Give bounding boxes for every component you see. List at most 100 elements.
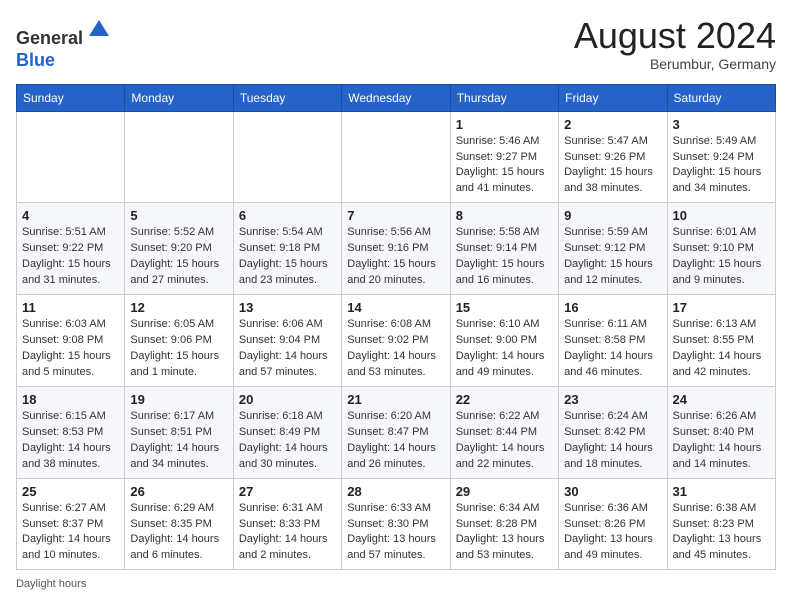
- day-info: Sunrise: 6:15 AM Sunset: 8:53 PM Dayligh…: [22, 409, 119, 473]
- day-number: 29: [456, 484, 553, 499]
- day-info: Sunrise: 6:10 AM Sunset: 9:00 PM Dayligh…: [456, 317, 553, 381]
- day-info: Sunrise: 6:34 AM Sunset: 8:28 PM Dayligh…: [456, 501, 553, 565]
- day-number: 31: [673, 484, 770, 499]
- day-number: 1: [456, 117, 553, 132]
- calendar-cell: 7Sunrise: 5:56 AM Sunset: 9:16 PM Daylig…: [342, 203, 450, 295]
- calendar-cell: 5 Sunrise: 5:52 AM Sunset: 9:20 PM Daylig…: [125, 203, 233, 295]
- calendar-cell: 24Sunrise: 6:26 AM Sunset: 8:40 PM Dayli…: [667, 386, 775, 478]
- calendar-cell: 15 Sunrise: 6:10 AM Sunset: 9:00 PM Dayli…: [450, 295, 558, 387]
- day-info: Sunrise: 6:20 AM Sunset: 8:47 PM Dayligh…: [347, 409, 444, 473]
- calendar-cell: [17, 111, 125, 203]
- calendar-cell: 29 Sunrise: 6:34 AM Sunset: 8:28 PM Dayli…: [450, 478, 558, 570]
- day-number: 8: [456, 208, 553, 223]
- day-info: Sunrise: 6:22 AM Sunset: 8:44 PM Dayligh…: [456, 409, 553, 473]
- col-header-saturday: Saturday: [667, 84, 775, 111]
- calendar-week-2: 4Sunrise: 5:51 AM Sunset: 9:22 PM Daylig…: [17, 203, 776, 295]
- day-number: 2: [564, 117, 661, 132]
- day-number: 16: [564, 300, 661, 315]
- col-header-friday: Friday: [559, 84, 667, 111]
- day-number: 5: [130, 208, 227, 223]
- day-number: 25: [22, 484, 119, 499]
- day-number: 27: [239, 484, 336, 499]
- day-info: Sunrise: 6:38 AM Sunset: 8:23 PM Dayligh…: [673, 501, 770, 565]
- day-number: 3: [673, 117, 770, 132]
- day-info: Sunrise: 5:52 AM Sunset: 9:20 PM Dayligh…: [130, 225, 227, 289]
- day-info: Sunrise: 6:26 AM Sunset: 8:40 PM Dayligh…: [673, 409, 770, 473]
- logo-blue: Blue: [16, 50, 55, 70]
- title-block: August 2024 Berumbur, Germany: [574, 16, 776, 72]
- day-number: 13: [239, 300, 336, 315]
- col-header-monday: Monday: [125, 84, 233, 111]
- calendar-cell: 6Sunrise: 5:54 AM Sunset: 9:18 PM Daylig…: [233, 203, 341, 295]
- calendar-cell: [125, 111, 233, 203]
- calendar-cell: 27 Sunrise: 6:31 AM Sunset: 8:33 PM Dayli…: [233, 478, 341, 570]
- calendar-cell: 28Sunrise: 6:33 AM Sunset: 8:30 PM Dayli…: [342, 478, 450, 570]
- day-info: Sunrise: 6:31 AM Sunset: 8:33 PM Dayligh…: [239, 501, 336, 565]
- day-number: 10: [673, 208, 770, 223]
- day-info: Sunrise: 6:17 AM Sunset: 8:51 PM Dayligh…: [130, 409, 227, 473]
- calendar-cell: 31 Sunrise: 6:38 AM Sunset: 8:23 PM Dayli…: [667, 478, 775, 570]
- day-number: 21: [347, 392, 444, 407]
- calendar-table: SundayMondayTuesdayWednesdayThursdayFrid…: [16, 84, 776, 571]
- day-number: 14: [347, 300, 444, 315]
- day-number: 19: [130, 392, 227, 407]
- day-info: Sunrise: 5:59 AM Sunset: 9:12 PM Dayligh…: [564, 225, 661, 289]
- day-number: 18: [22, 392, 119, 407]
- calendar-week-3: 11 Sunrise: 6:03 AM Sunset: 9:08 PM Dayli…: [17, 295, 776, 387]
- day-info: Sunrise: 6:06 AM Sunset: 9:04 PM Dayligh…: [239, 317, 336, 381]
- calendar-cell: 11 Sunrise: 6:03 AM Sunset: 9:08 PM Dayli…: [17, 295, 125, 387]
- day-number: 9: [564, 208, 661, 223]
- day-info: Sunrise: 6:18 AM Sunset: 8:49 PM Dayligh…: [239, 409, 336, 473]
- calendar-cell: 20 Sunrise: 6:18 AM Sunset: 8:49 PM Dayli…: [233, 386, 341, 478]
- day-number: 6: [239, 208, 336, 223]
- calendar-cell: 14 Sunrise: 6:08 AM Sunset: 9:02 PM Dayli…: [342, 295, 450, 387]
- month-year-title: August 2024: [574, 16, 776, 56]
- day-info: Sunrise: 5:46 AM Sunset: 9:27 PM Dayligh…: [456, 134, 553, 198]
- day-info: Sunrise: 6:29 AM Sunset: 8:35 PM Dayligh…: [130, 501, 227, 565]
- day-number: 23: [564, 392, 661, 407]
- calendar-header-row: SundayMondayTuesdayWednesdayThursdayFrid…: [17, 84, 776, 111]
- calendar-cell: 22 Sunrise: 6:22 AM Sunset: 8:44 PM Dayli…: [450, 386, 558, 478]
- col-header-wednesday: Wednesday: [342, 84, 450, 111]
- day-number: 20: [239, 392, 336, 407]
- location-subtitle: Berumbur, Germany: [574, 56, 776, 72]
- day-info: Sunrise: 6:36 AM Sunset: 8:26 PM Dayligh…: [564, 501, 661, 565]
- day-info: Sunrise: 6:03 AM Sunset: 9:08 PM Dayligh…: [22, 317, 119, 381]
- calendar-cell: 1 Sunrise: 5:46 AM Sunset: 9:27 PM Daylig…: [450, 111, 558, 203]
- day-number: 15: [456, 300, 553, 315]
- day-info: Sunrise: 6:08 AM Sunset: 9:02 PM Dayligh…: [347, 317, 444, 381]
- calendar-cell: 17Sunrise: 6:13 AM Sunset: 8:55 PM Dayli…: [667, 295, 775, 387]
- col-header-thursday: Thursday: [450, 84, 558, 111]
- calendar-cell: 30 Sunrise: 6:36 AM Sunset: 8:26 PM Dayli…: [559, 478, 667, 570]
- page-header: General Blue August 2024 Berumbur, Germa…: [16, 16, 776, 72]
- logo-general: General: [16, 28, 83, 48]
- footer-note: Daylight hours: [16, 578, 776, 590]
- day-number: 26: [130, 484, 227, 499]
- day-number: 22: [456, 392, 553, 407]
- day-info: Sunrise: 6:05 AM Sunset: 9:06 PM Dayligh…: [130, 317, 227, 381]
- day-number: 17: [673, 300, 770, 315]
- calendar-cell: 26 Sunrise: 6:29 AM Sunset: 8:35 PM Dayli…: [125, 478, 233, 570]
- calendar-cell: 4Sunrise: 5:51 AM Sunset: 9:22 PM Daylig…: [17, 203, 125, 295]
- calendar-cell: 18 Sunrise: 6:15 AM Sunset: 8:53 PM Dayli…: [17, 386, 125, 478]
- day-number: 11: [22, 300, 119, 315]
- logo-icon: [85, 16, 113, 44]
- col-header-tuesday: Tuesday: [233, 84, 341, 111]
- calendar-cell: 2 Sunrise: 5:47 AM Sunset: 9:26 PM Daylig…: [559, 111, 667, 203]
- calendar-week-5: 25 Sunrise: 6:27 AM Sunset: 8:37 PM Dayli…: [17, 478, 776, 570]
- day-number: 30: [564, 484, 661, 499]
- day-number: 12: [130, 300, 227, 315]
- calendar-cell: 25 Sunrise: 6:27 AM Sunset: 8:37 PM Dayli…: [17, 478, 125, 570]
- day-info: Sunrise: 6:27 AM Sunset: 8:37 PM Dayligh…: [22, 501, 119, 565]
- calendar-week-4: 18 Sunrise: 6:15 AM Sunset: 8:53 PM Dayli…: [17, 386, 776, 478]
- calendar-cell: [233, 111, 341, 203]
- logo: General Blue: [16, 16, 113, 71]
- calendar-cell: 16Sunrise: 6:11 AM Sunset: 8:58 PM Dayli…: [559, 295, 667, 387]
- calendar-cell: 19 Sunrise: 6:17 AM Sunset: 8:51 PM Dayli…: [125, 386, 233, 478]
- day-info: Sunrise: 5:51 AM Sunset: 9:22 PM Dayligh…: [22, 225, 119, 289]
- calendar-cell: [342, 111, 450, 203]
- day-info: Sunrise: 5:47 AM Sunset: 9:26 PM Dayligh…: [564, 134, 661, 198]
- calendar-cell: 10Sunrise: 6:01 AM Sunset: 9:10 PM Dayli…: [667, 203, 775, 295]
- day-number: 28: [347, 484, 444, 499]
- day-info: Sunrise: 5:56 AM Sunset: 9:16 PM Dayligh…: [347, 225, 444, 289]
